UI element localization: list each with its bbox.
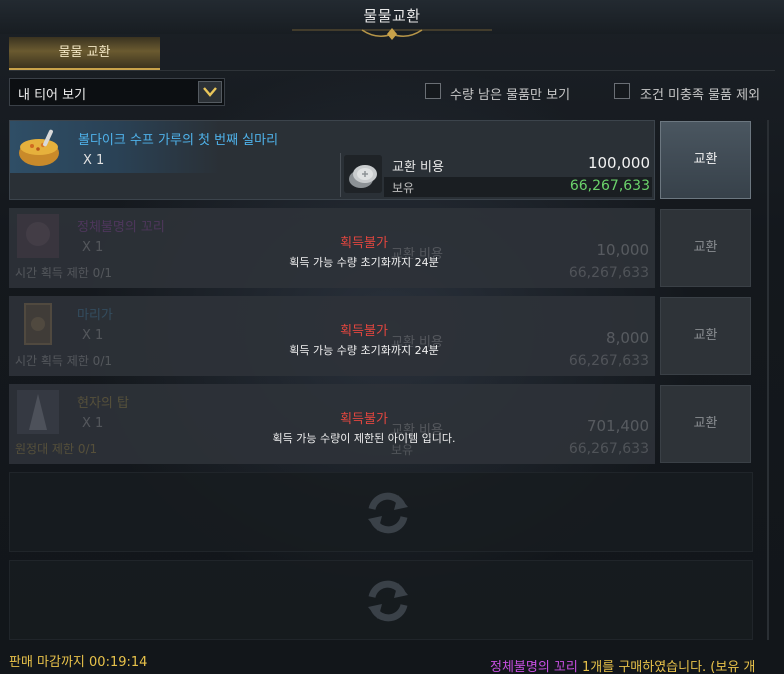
acquire-limit: 시간 획득 제한 0/1 [15, 354, 112, 368]
cost-value: 701,400 [586, 417, 649, 435]
purchase-notice: 정체불명의 꼬리 1개를 구매하였습니다. (보유 개 [490, 656, 755, 674]
owned-value: 66,267,633 [568, 265, 649, 281]
remaining-only-checkbox[interactable] [425, 83, 441, 99]
owned-label: 보유 [392, 181, 415, 195]
tier-dropdown-label: 내 티어 보기 [18, 88, 87, 103]
unavailable-title: 획득불가 [340, 236, 388, 251]
barter-window: 물물교환 물물 교환 내 티어 보기 수량 남은 물품만 보기 조건 미충족 물… [0, 0, 784, 674]
tab-divider [9, 70, 775, 71]
scrollbar[interactable] [760, 120, 776, 640]
swap-arrows-icon [368, 492, 408, 534]
item-name: 정체불명의 꼬리 [77, 220, 165, 235]
empty-slot [9, 560, 753, 640]
tab-barter[interactable]: 물물 교환 [9, 37, 160, 70]
notice-message: 를 구매하였습니다. (보유 개 [602, 660, 756, 674]
dropdown-chevron-icon[interactable] [198, 81, 222, 103]
item-name: 현자의 탑 [77, 396, 129, 411]
owned-value: 66,267,633 [569, 178, 650, 194]
item-quantity: X 1 [83, 153, 105, 168]
cost-panel: 교환 비용 100,000 보유 66,267,633 [340, 153, 652, 197]
cost-value: 8,000 [606, 329, 649, 347]
unavailable-title: 획득불가 [340, 412, 388, 427]
barter-row: 현자의 탑 X 1 원정대 제한 0/1 교환 비용 701,400 보유 66… [9, 384, 655, 464]
barter-row: 마리가 X 1 시간 획득 제한 0/1 교환 비용 8,000 66,267,… [9, 296, 655, 376]
tier-dropdown[interactable]: 내 티어 보기 [9, 78, 225, 106]
item-quantity: X 1 [82, 328, 104, 343]
card-icon [24, 303, 52, 345]
barter-row: 볼다이크 수프 가루의 첫 번째 실마리 X 1 교환 비용 100,000 보… [9, 120, 655, 200]
exchange-button[interactable]: 교환 [660, 297, 751, 375]
unavailable-title: 획득불가 [340, 324, 388, 339]
exclude-unmet-label: 조건 미충족 물품 제외 [640, 88, 761, 103]
unavailable-overlay: 획득불가 획득 가능 수량 초기화까지 24분 [209, 232, 519, 270]
exclude-unmet-checkbox[interactable] [614, 83, 630, 99]
item-quantity: X 1 [82, 416, 104, 431]
window-title: 물물교환 [363, 7, 421, 25]
cost-value: 10,000 [596, 241, 650, 259]
unavailable-reason: 획득 가능 수량 초기화까지 24분 [289, 344, 439, 357]
title-ornament-icon [292, 28, 492, 40]
cost-value: 100,000 [587, 154, 650, 172]
silver-coin-icon [344, 155, 382, 193]
soup-bowl-icon [19, 129, 59, 166]
item-name: 마리가 [77, 308, 113, 323]
sage-tower-icon [17, 390, 59, 434]
acquire-limit: 시간 획득 제한 0/1 [15, 266, 112, 280]
notice-count: 1개 [582, 660, 603, 674]
acquire-limit: 원정대 제한 0/1 [15, 442, 98, 456]
barter-row: 정체불명의 꼬리 X 1 시간 획득 제한 0/1 교환 비용 10,000 6… [9, 208, 655, 288]
exchange-button[interactable]: 교환 [660, 385, 751, 463]
unavailable-reason: 획득 가능 수량 초기화까지 24분 [289, 256, 439, 269]
sale-deadline: 판매 마감까지 00:19:14 [9, 655, 148, 670]
owned-value: 66,267,633 [568, 353, 649, 369]
unavailable-reason: 획득 가능 수량이 제한된 아이템 입니다. [272, 432, 456, 445]
unavailable-overlay: 획득불가 획득 가능 수량 초기화까지 24분 [209, 320, 519, 358]
title-bar: 물물교환 [0, 0, 784, 40]
notice-item-name: 정체불명의 꼬리 [490, 660, 578, 674]
remaining-only-label: 수량 남은 물품만 보기 [450, 88, 571, 103]
cost-label: 교환 비용 [392, 160, 444, 175]
exchange-button[interactable]: 교환 [660, 209, 751, 287]
item-quantity: X 1 [82, 240, 104, 255]
item-name: 볼다이크 수프 가루의 첫 번째 실마리 [78, 133, 279, 148]
unavailable-overlay: 획득불가 획득 가능 수량이 제한된 아이템 입니다. [209, 408, 519, 446]
creature-tail-icon [17, 214, 59, 258]
swap-arrows-icon [368, 580, 408, 622]
owned-value: 66,267,633 [568, 441, 649, 457]
empty-slot [9, 472, 753, 552]
exchange-button[interactable]: 교환 [660, 121, 751, 199]
